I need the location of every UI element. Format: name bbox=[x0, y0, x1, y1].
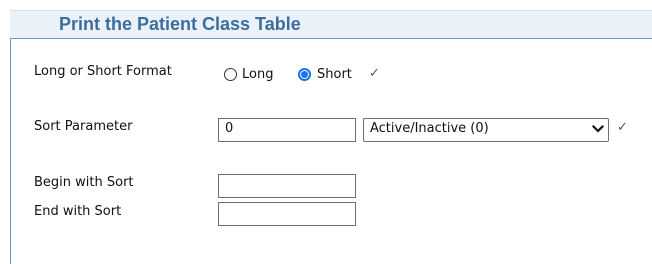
radio-short[interactable] bbox=[298, 68, 311, 81]
title-underline bbox=[10, 38, 652, 39]
begin-sort-label: Begin with Sort bbox=[34, 175, 134, 190]
sort-checkmark-icon: ✓ bbox=[617, 120, 628, 135]
format-checkmark-icon: ✓ bbox=[369, 66, 380, 81]
radio-long-label[interactable]: Long bbox=[242, 67, 273, 82]
sort-parameter-select-value: Active/Inactive (0) bbox=[370, 121, 489, 136]
content-left-border bbox=[10, 38, 11, 264]
sort-parameter-label: Sort Parameter bbox=[34, 119, 133, 134]
end-sort-label: End with Sort bbox=[34, 204, 122, 219]
title-bar: Print the Patient Class Table bbox=[10, 10, 652, 38]
page-title: Print the Patient Class Table bbox=[59, 14, 301, 34]
format-label: Long or Short Format bbox=[34, 64, 172, 79]
page-frame: Print the Patient Class Table Long or Sh… bbox=[0, 0, 652, 264]
chevron-down-icon bbox=[592, 124, 604, 133]
radio-long[interactable] bbox=[224, 68, 237, 81]
sort-parameter-select[interactable]: Active/Inactive (0) bbox=[363, 118, 609, 142]
end-sort-input[interactable] bbox=[218, 202, 356, 226]
radio-short-label[interactable]: Short bbox=[317, 67, 352, 82]
sort-parameter-input[interactable]: 0 bbox=[218, 118, 356, 142]
begin-sort-input[interactable] bbox=[218, 174, 356, 198]
